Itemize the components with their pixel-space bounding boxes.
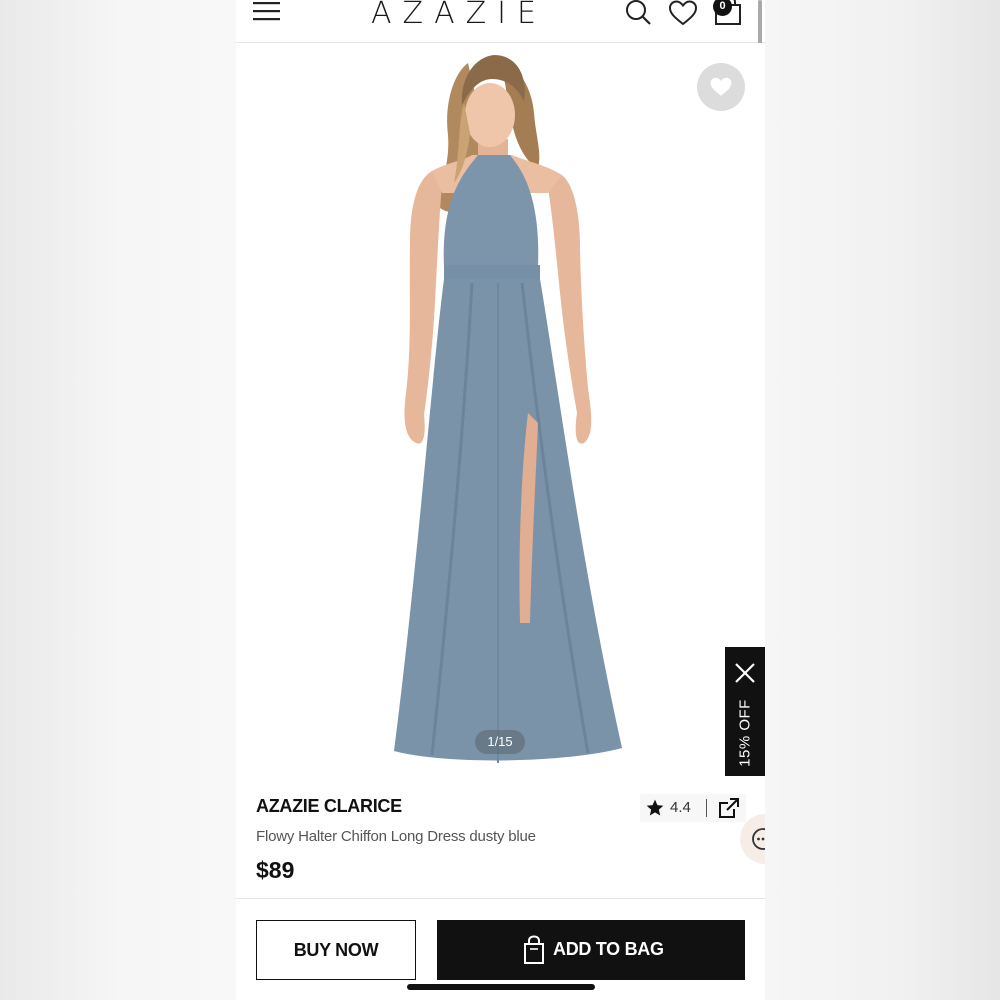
promo-label: 15% OFF [736, 699, 754, 767]
wishlist-button[interactable] [697, 63, 745, 111]
chat-icon [752, 828, 765, 850]
image-counter: 1/15 [475, 730, 525, 754]
rating-value: 4.4 [670, 799, 691, 816]
add-to-bag-label: ADD TO BAG [553, 939, 664, 959]
site-header: AZAZIE 0 [236, 0, 765, 43]
product-photo[interactable] [236, 43, 765, 785]
heart-icon[interactable] [668, 0, 698, 26]
phone-screen: AZAZIE 0 1/15 15% OFF AZAZIE CLARICE 4.4… [236, 0, 765, 1000]
shopping-bag-icon [524, 935, 544, 964]
rating-divider [706, 799, 707, 817]
rating-box[interactable]: 4.4 [640, 794, 746, 822]
share-icon[interactable] [718, 797, 740, 819]
brand-logo[interactable]: AZAZIE [354, 0, 564, 34]
product-name: AZAZIE CLARICE [256, 796, 402, 816]
heart-icon [710, 77, 732, 96]
close-icon[interactable] [733, 661, 757, 685]
product-price: $89 [256, 857, 295, 883]
star-icon [646, 799, 664, 816]
search-icon[interactable] [624, 0, 652, 26]
menu-icon[interactable] [252, 0, 282, 24]
promo-tab[interactable]: 15% OFF [725, 647, 765, 776]
add-to-bag-button[interactable]: ADD TO BAG [437, 920, 745, 980]
home-indicator[interactable] [407, 984, 595, 990]
buy-now-button[interactable]: BUY NOW [256, 920, 416, 980]
product-description: Flowy Halter Chiffon Long Dress dusty bl… [256, 828, 536, 845]
